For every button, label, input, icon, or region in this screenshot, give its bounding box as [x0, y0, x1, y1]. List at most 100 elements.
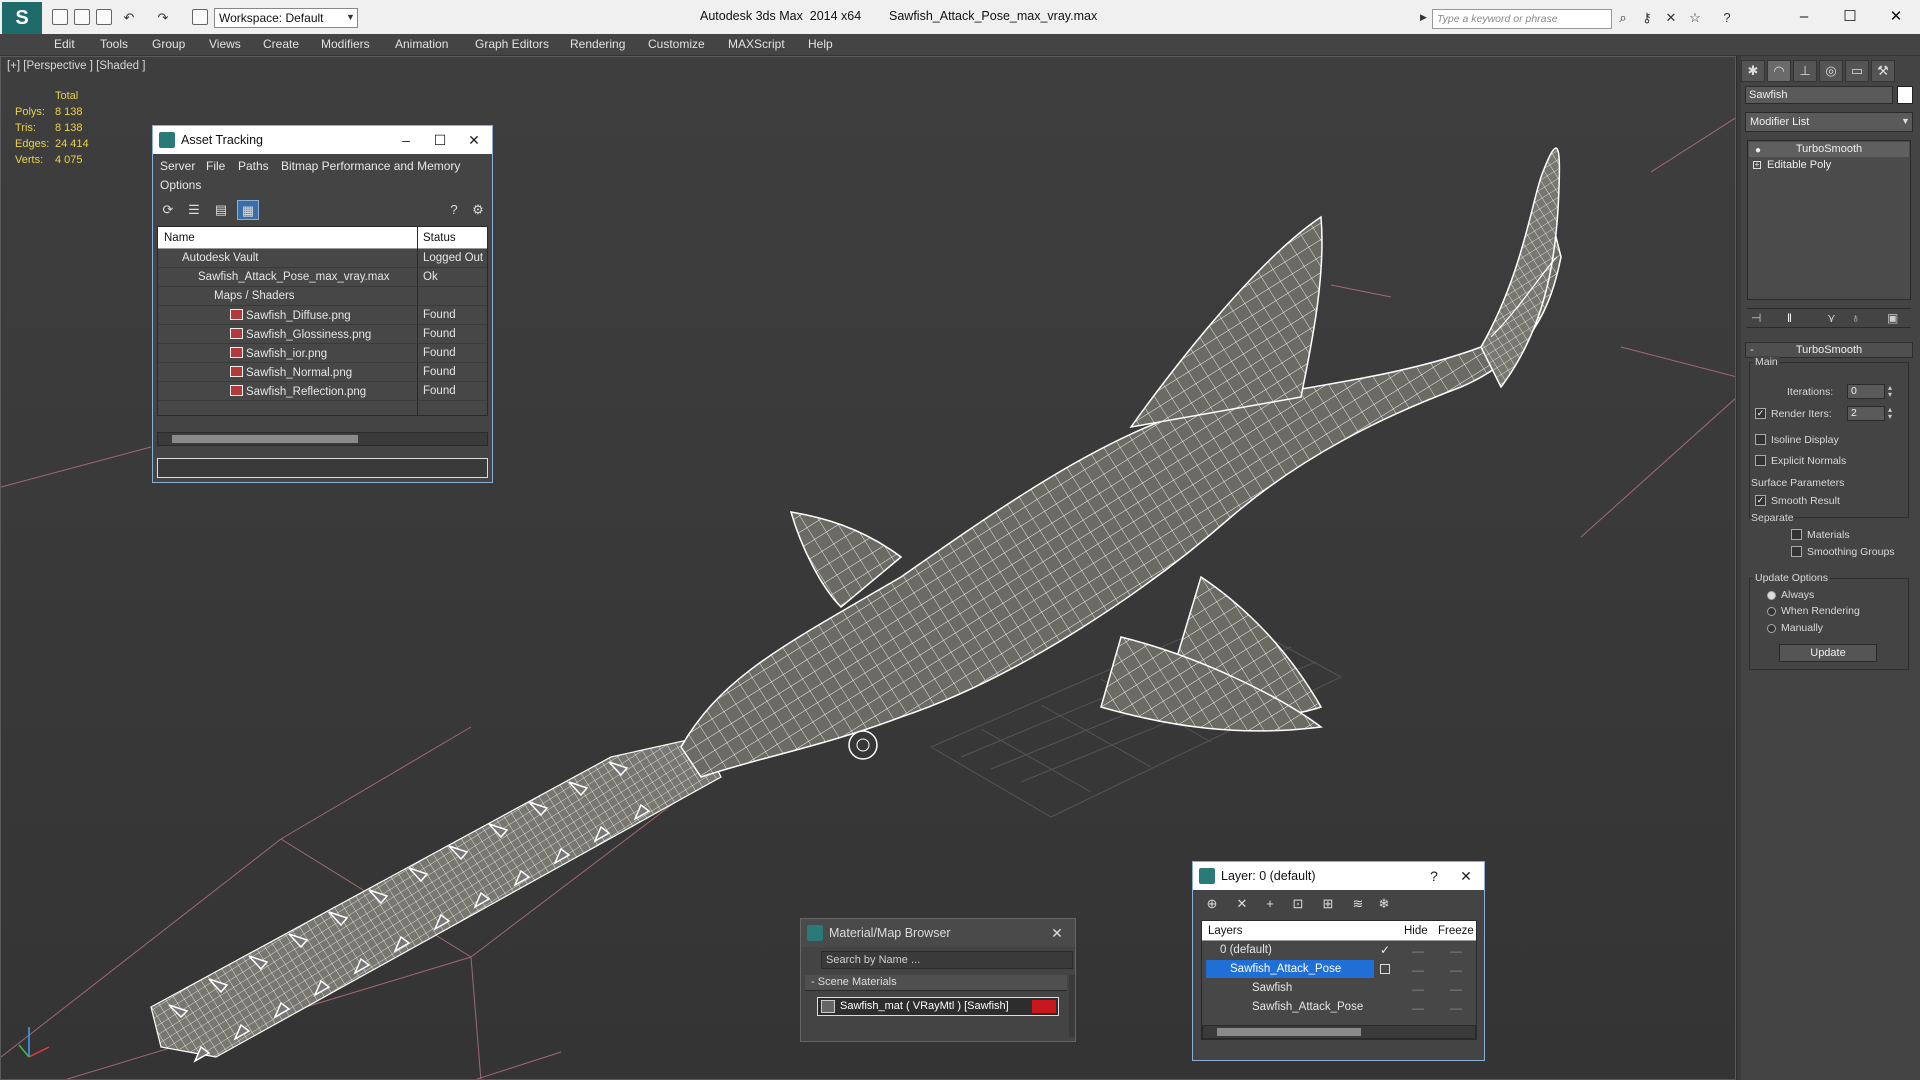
maximize-button[interactable]: ☐: [426, 130, 454, 150]
create-layer-icon[interactable]: ⊕: [1201, 894, 1223, 914]
menu-server[interactable]: Server: [160, 159, 195, 173]
hide-all-icon[interactable]: ≋: [1347, 894, 1369, 914]
communication-icon[interactable]: ✕: [1664, 11, 1678, 25]
table-view-icon[interactable]: ▦: [237, 200, 259, 220]
search-input[interactable]: Search by Name ...: [821, 951, 1073, 969]
chevron-down-icon[interactable]: ▼: [346, 12, 355, 22]
table-row[interactable]: Sawfish_Normal.png Found: [158, 363, 487, 382]
asset-tracking-dialog[interactable]: Asset Tracking – ☐ ✕ Server File Paths B…: [152, 125, 493, 483]
spinner-arrows-icon[interactable]: ▴ ▾: [1888, 406, 1892, 421]
help-icon[interactable]: ?: [443, 200, 465, 220]
scrollbar-thumb[interactable]: [172, 435, 358, 443]
explicit-normals-checkbox[interactable]: [1755, 455, 1766, 466]
table-row[interactable]: Sawfish_Attack_Pose_max_vray.max Ok: [158, 268, 487, 287]
dialog-titlebar[interactable]: Material/Map Browser ✕: [801, 919, 1075, 947]
always-radio[interactable]: [1767, 591, 1776, 600]
freeze-toggle[interactable]: —: [1450, 982, 1462, 996]
close-button[interactable]: ✕: [1043, 923, 1071, 943]
configure-sets-icon[interactable]: ▣: [1887, 311, 1898, 325]
column-layers[interactable]: Layers: [1208, 925, 1243, 937]
menu-bitmap-performance[interactable]: Bitmap Performance and Memory: [281, 159, 460, 173]
create-tab-icon[interactable]: ✱: [1741, 60, 1765, 82]
delete-layer-icon[interactable]: ✕: [1231, 894, 1253, 914]
stack-item-editable-poly[interactable]: + Editable Poly: [1749, 158, 1909, 173]
modifier-list-dropdown[interactable]: Modifier List: [1745, 112, 1913, 132]
menu-maxscript[interactable]: MAXScript: [728, 37, 785, 51]
material-map-browser[interactable]: Material/Map Browser ✕ Search by Name ..…: [800, 918, 1076, 1042]
dialog-titlebar[interactable]: Asset Tracking – ☐ ✕: [153, 126, 492, 154]
menu-paths[interactable]: Paths: [238, 159, 269, 173]
render-iters-spinner[interactable]: 2: [1847, 406, 1885, 421]
menu-views[interactable]: Views: [209, 37, 241, 51]
render-iters-checkbox[interactable]: ✓: [1755, 408, 1766, 419]
freeze-all-icon[interactable]: ❄: [1373, 894, 1395, 914]
layer-row[interactable]: 0 (default) ✓ — —: [1202, 941, 1476, 960]
table-row[interactable]: Autodesk Vault Logged Out: [158, 249, 487, 268]
modify-tab-icon[interactable]: ◠: [1767, 60, 1791, 82]
minimize-button[interactable]: –: [392, 130, 420, 150]
help-icon[interactable]: ?: [1420, 866, 1448, 886]
freeze-toggle[interactable]: —: [1450, 944, 1462, 958]
path-field[interactable]: [157, 458, 488, 478]
viewport-label[interactable]: [+] [Perspective ] [Shaded ]: [7, 60, 145, 72]
list-view-icon[interactable]: ☰: [183, 200, 205, 220]
search-arrow-icon[interactable]: ▶: [1420, 12, 1427, 23]
menu-rendering[interactable]: Rendering: [570, 37, 625, 51]
open-file-icon[interactable]: [74, 9, 90, 25]
manually-radio[interactable]: [1767, 624, 1776, 633]
settings-icon[interactable]: ⚙: [467, 200, 489, 220]
expand-icon[interactable]: +: [1753, 161, 1761, 169]
layer-checkbox[interactable]: [1380, 964, 1390, 974]
minimize-button[interactable]: –: [1786, 6, 1822, 28]
thumbnail-view-icon[interactable]: ▤: [210, 200, 232, 220]
column-status[interactable]: Status: [423, 232, 456, 244]
undo-icon[interactable]: ↶: [122, 11, 136, 25]
hide-toggle[interactable]: —: [1412, 944, 1424, 958]
vertical-scrollbar[interactable]: [1069, 975, 1075, 1037]
scene-materials-group[interactable]: - Scene Materials: [805, 975, 1067, 991]
iterations-spinner[interactable]: 0: [1847, 384, 1885, 399]
highlight-layer-icon[interactable]: ⊞: [1317, 894, 1339, 914]
make-unique-icon[interactable]: ⋎: [1827, 311, 1836, 325]
show-end-result-icon[interactable]: ‖: [1787, 311, 1792, 325]
table-row[interactable]: Maps / Shaders: [158, 287, 487, 306]
smoothing-groups-checkbox[interactable]: [1791, 546, 1802, 557]
binoculars-icon[interactable]: ⌕: [1616, 11, 1630, 25]
pin-stack-icon[interactable]: ⊣: [1751, 311, 1761, 325]
lightbulb-icon[interactable]: ●: [1755, 143, 1761, 158]
freeze-toggle[interactable]: —: [1450, 1001, 1462, 1015]
close-button[interactable]: ✕: [1452, 866, 1480, 886]
stack-item-turbosmooth[interactable]: ● TurboSmooth: [1749, 142, 1909, 157]
app-logo-icon[interactable]: S: [2, 2, 42, 34]
maximize-button[interactable]: ☐: [1832, 6, 1868, 28]
when-rendering-radio[interactable]: [1767, 607, 1776, 616]
motion-tab-icon[interactable]: ◎: [1819, 60, 1843, 82]
column-name[interactable]: Name: [164, 232, 195, 244]
material-item[interactable]: Sawfish_mat ( VRayMtl ) [Sawfish]: [817, 997, 1059, 1016]
new-file-icon[interactable]: [52, 9, 68, 25]
save-icon[interactable]: [96, 9, 112, 25]
table-row[interactable]: Sawfish_Diffuse.png Found: [158, 306, 487, 325]
horizontal-scrollbar[interactable]: [1202, 1025, 1476, 1039]
isoline-display-checkbox[interactable]: [1755, 434, 1766, 445]
menu-modifiers[interactable]: Modifiers: [321, 37, 370, 51]
column-freeze[interactable]: Freeze: [1438, 925, 1474, 937]
freeze-toggle[interactable]: —: [1450, 963, 1462, 977]
hide-toggle[interactable]: —: [1412, 982, 1424, 996]
help-icon[interactable]: ?: [1720, 11, 1734, 25]
add-to-layer-icon[interactable]: +: [1259, 894, 1281, 914]
utilities-tab-icon[interactable]: ⚒: [1871, 60, 1895, 82]
menu-help[interactable]: Help: [808, 37, 833, 51]
search-input[interactable]: Type a keyword or phrase: [1432, 9, 1612, 29]
table-row[interactable]: Sawfish_Glossiness.png Found: [158, 325, 487, 344]
menu-file[interactable]: File: [206, 159, 225, 173]
scrollbar-thumb[interactable]: [1217, 1028, 1361, 1036]
object-color-swatch[interactable]: [1897, 86, 1913, 104]
redo-icon[interactable]: ↷: [156, 11, 170, 25]
dialog-titlebar[interactable]: Layer: 0 (default) ? ✕: [1193, 862, 1484, 890]
select-objects-icon[interactable]: ⊡: [1287, 894, 1309, 914]
smooth-result-checkbox[interactable]: ✓: [1755, 495, 1766, 506]
table-row[interactable]: Sawfish_Reflection.png Found: [158, 382, 487, 401]
menu-create[interactable]: Create: [263, 37, 299, 51]
project-folder-icon[interactable]: [192, 9, 208, 25]
